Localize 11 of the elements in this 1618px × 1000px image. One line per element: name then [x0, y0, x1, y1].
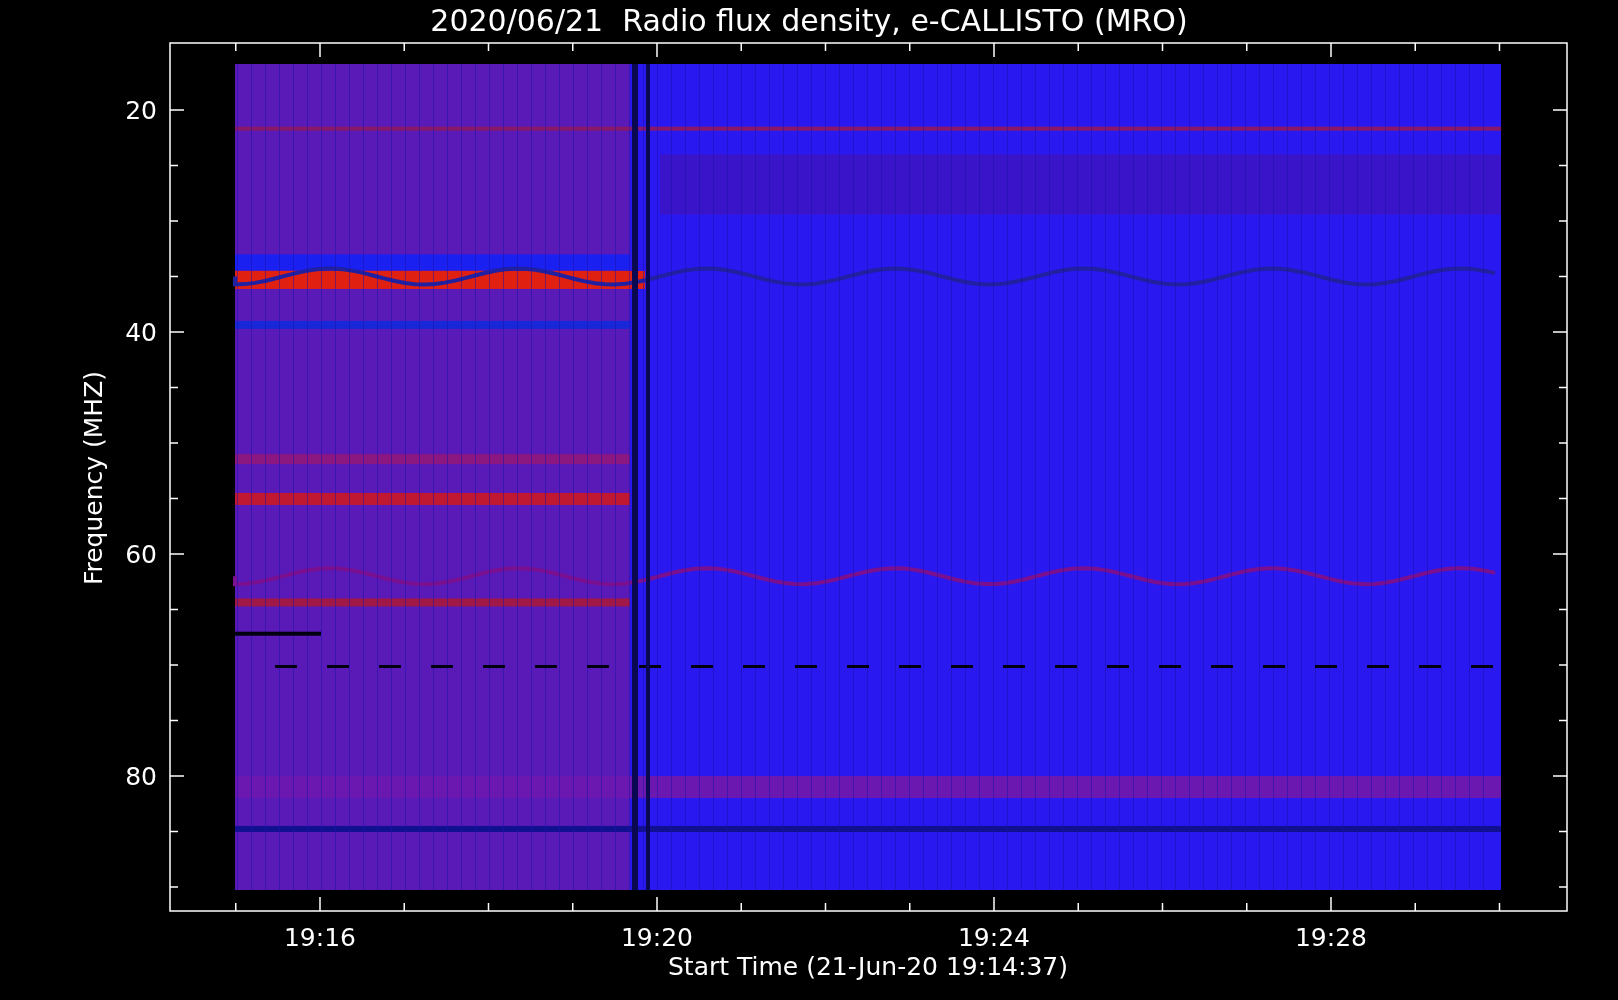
y-tick-label: 80	[125, 762, 157, 791]
y-axis-label: Frequency (MHZ)	[79, 370, 108, 586]
x-tick-label: 19:20	[621, 923, 693, 952]
x-tick-label: 19:16	[284, 923, 356, 952]
y-tick-label: 40	[125, 318, 157, 347]
x-axis-label: Start Time (21-Jun-20 19:14:37)	[668, 952, 1068, 981]
y-tick-label: 20	[125, 96, 157, 125]
chart-title: 2020/06/21 Radio flux density, e-CALLISTO (MRO)	[430, 3, 1188, 38]
x-tick-label: 19:24	[958, 923, 1030, 952]
x-tick-label: 19:28	[1295, 923, 1367, 952]
y-tick-label: 60	[125, 540, 157, 569]
